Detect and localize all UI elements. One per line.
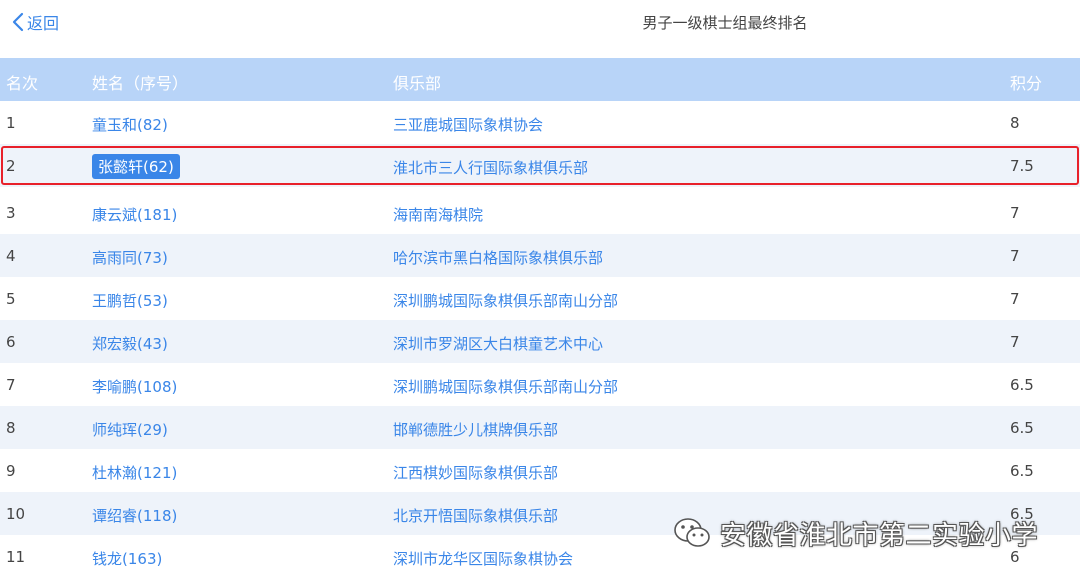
- rank-cell: 4: [6, 247, 16, 265]
- table-header: 名次 姓名（序号） 俱乐部 积分: [0, 58, 1080, 101]
- player-name-link[interactable]: 高雨同(73): [92, 247, 168, 268]
- rank-cell: 6: [6, 333, 16, 351]
- club-link[interactable]: 哈尔滨市黑白格国际象棋俱乐部: [393, 247, 603, 268]
- club-link[interactable]: 深圳市龙华区国际象棋协会: [393, 548, 573, 569]
- club-link[interactable]: 江西棋妙国际象棋俱乐部: [393, 462, 558, 483]
- club-link[interactable]: 三亚鹿城国际象棋协会: [393, 114, 543, 135]
- rank-cell: 10: [6, 505, 26, 523]
- wechat-icon: [674, 518, 710, 547]
- table-row: 3 康云斌(181) 海南南海棋院 7: [0, 191, 1080, 234]
- chevron-left-icon: [12, 12, 24, 32]
- club-link[interactable]: 深圳鹏城国际象棋俱乐部南山分部: [393, 290, 618, 311]
- rank-cell: 5: [6, 290, 16, 308]
- score-cell: 8: [1010, 114, 1020, 132]
- score-cell: 7: [1010, 333, 1020, 351]
- table-row: 8 师纯珲(29) 邯郸德胜少儿棋牌俱乐部 6.5: [0, 406, 1080, 449]
- watermark: 安徽省淮北市第二实验小学: [672, 513, 1038, 553]
- player-name-link[interactable]: 杜林瀚(121): [92, 462, 177, 483]
- score-cell: 7.5: [1010, 157, 1034, 175]
- score-cell: 7: [1010, 204, 1020, 222]
- player-name-link[interactable]: 张懿轩(62): [92, 154, 180, 179]
- rank-cell: 1: [6, 114, 16, 132]
- column-header-score: 积分: [1010, 74, 1043, 93]
- player-name-link[interactable]: 郑宏毅(43): [92, 333, 168, 354]
- rank-cell: 2: [6, 157, 16, 175]
- watermark-text: 安徽省淮北市第二实验小学: [720, 520, 1039, 551]
- rank-cell: 11: [6, 548, 26, 566]
- player-name-link[interactable]: 钱龙(163): [92, 548, 162, 569]
- table-row: 6 郑宏毅(43) 深圳市罗湖区大白棋童艺术中心 7: [0, 320, 1080, 363]
- score-cell: 6.5: [1010, 419, 1034, 437]
- player-name-link[interactable]: 王鹏哲(53): [92, 290, 168, 311]
- club-link[interactable]: 邯郸德胜少儿棋牌俱乐部: [393, 419, 558, 440]
- rank-cell: 8: [6, 419, 16, 437]
- page-title: 男子一级棋士组最终排名: [642, 14, 808, 32]
- table-row: 1 童玉和(82) 三亚鹿城国际象棋协会 8: [0, 101, 1080, 144]
- player-name-link[interactable]: 康云斌(181): [92, 204, 177, 225]
- score-cell: 6.5: [1010, 376, 1034, 394]
- player-name-link[interactable]: 童玉和(82): [92, 114, 168, 135]
- rank-cell: 3: [6, 204, 16, 222]
- table-row: 9 杜林瀚(121) 江西棋妙国际象棋俱乐部 6.5: [0, 449, 1080, 492]
- column-header-name: 姓名（序号）: [92, 74, 189, 93]
- club-link[interactable]: 深圳市罗湖区大白棋童艺术中心: [393, 333, 603, 354]
- player-name-link[interactable]: 谭绍睿(118): [92, 505, 177, 526]
- rank-cell: 7: [6, 376, 16, 394]
- table-row: 4 高雨同(73) 哈尔滨市黑白格国际象棋俱乐部 7: [0, 234, 1080, 277]
- rank-cell: 9: [6, 462, 16, 480]
- table-row: 7 李喻鹏(108) 深圳鹏城国际象棋俱乐部南山分部 6.5: [0, 363, 1080, 406]
- column-header-rank: 名次: [6, 74, 39, 93]
- score-cell: 6.5: [1010, 462, 1034, 480]
- back-label: 返回: [27, 14, 60, 33]
- club-link[interactable]: 海南南海棋院: [393, 204, 483, 225]
- score-cell: 7: [1010, 247, 1020, 265]
- table-row: 5 王鹏哲(53) 深圳鹏城国际象棋俱乐部南山分部 7: [0, 277, 1080, 320]
- column-header-club: 俱乐部: [393, 74, 442, 93]
- score-cell: 7: [1010, 290, 1020, 308]
- club-link[interactable]: 深圳鹏城国际象棋俱乐部南山分部: [393, 376, 618, 397]
- player-name-link[interactable]: 李喻鹏(108): [92, 376, 177, 397]
- club-link[interactable]: 北京开悟国际象棋俱乐部: [393, 505, 558, 526]
- player-name-link[interactable]: 师纯珲(29): [92, 419, 168, 440]
- top-bar: 返回 男子一级棋士组最终排名: [0, 0, 1080, 44]
- table-row-highlighted: 2 张懿轩(62) 淮北市三人行国际象棋俱乐部 7.5: [0, 144, 1080, 187]
- club-link[interactable]: 淮北市三人行国际象棋俱乐部: [393, 157, 588, 178]
- back-button[interactable]: 返回: [12, 9, 59, 35]
